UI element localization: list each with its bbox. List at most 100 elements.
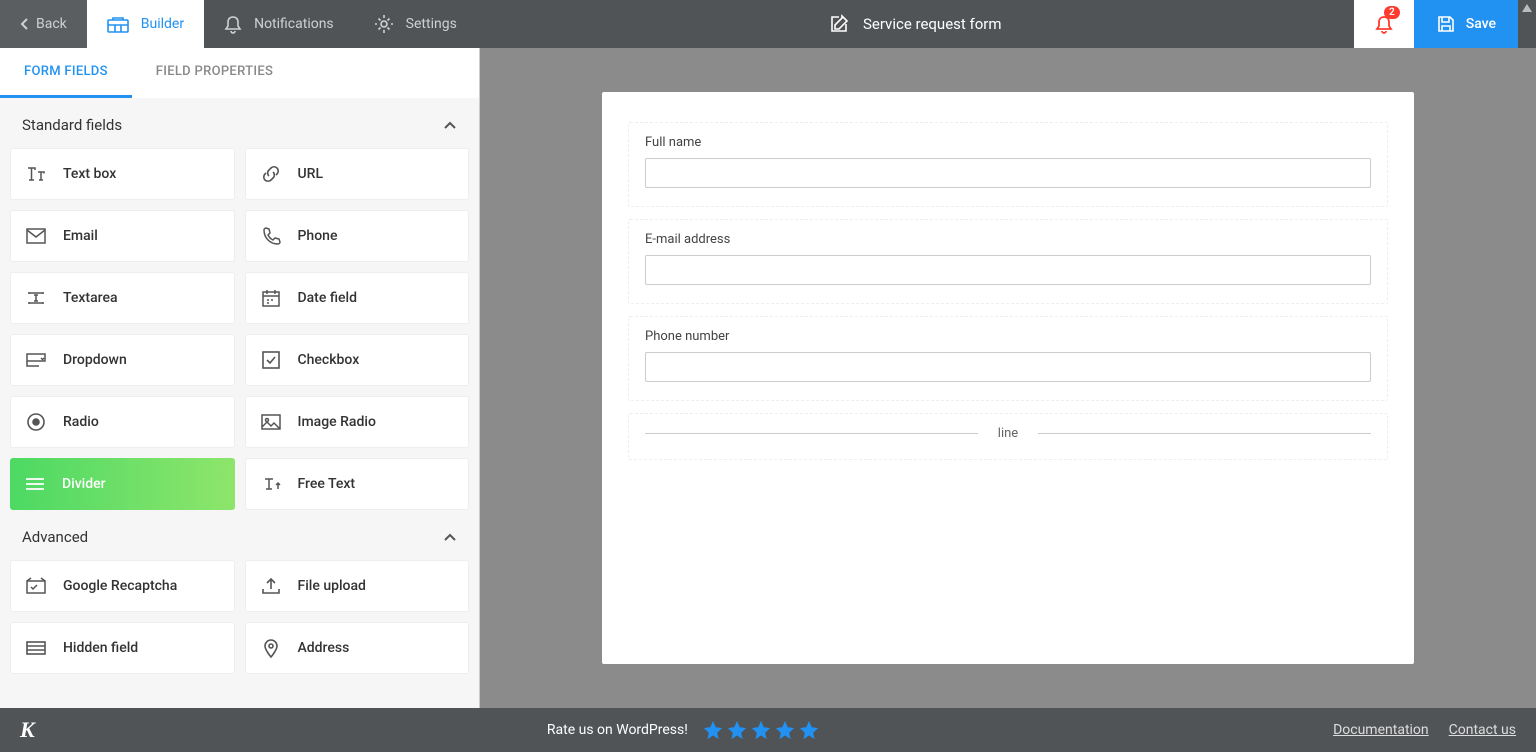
footer-center: Rate us on WordPress! — [34, 719, 1333, 741]
contact-link[interactable]: Contact us — [1449, 722, 1516, 738]
form-title-container: Service request form — [477, 0, 1354, 48]
rate-text: Rate us on WordPress! — [547, 722, 688, 738]
save-label: Save — [1466, 16, 1496, 32]
field-label: Checkbox — [298, 352, 360, 368]
field-date[interactable]: Date field — [245, 272, 470, 324]
preview-input-fullname[interactable] — [645, 158, 1371, 188]
save-button[interactable]: Save — [1414, 0, 1518, 48]
dropdown-icon — [25, 349, 47, 371]
star-icon — [774, 719, 796, 741]
notifications-tab[interactable]: Notifications — [204, 0, 354, 48]
divider-icon — [24, 473, 46, 495]
freetext-icon — [260, 473, 282, 495]
field-label: URL — [298, 166, 324, 182]
preview-field-divider[interactable]: line — [628, 413, 1388, 460]
mail-icon — [25, 225, 47, 247]
field-radio[interactable]: Radio — [10, 396, 235, 448]
rating-stars[interactable] — [702, 719, 820, 741]
field-hidden[interactable]: Hidden field — [10, 622, 235, 674]
field-label: Email — [63, 228, 98, 244]
field-address[interactable]: Address — [245, 622, 470, 674]
text-icon — [25, 163, 47, 185]
field-divider[interactable]: Divider — [10, 458, 235, 510]
field-label: Google Recaptcha — [63, 578, 177, 594]
notifications-bell[interactable]: 2 — [1354, 0, 1414, 48]
star-icon — [798, 719, 820, 741]
tab-field-properties[interactable]: FIELD PROPERTIES — [132, 48, 297, 98]
field-label: Dropdown — [63, 352, 127, 368]
form-title[interactable]: Service request form — [863, 15, 1002, 33]
preview-label: Full name — [645, 135, 1371, 150]
field-label: File upload — [298, 578, 366, 594]
phone-icon — [260, 225, 282, 247]
field-label: Address — [298, 640, 350, 656]
image-icon — [260, 411, 282, 433]
canvas[interactable]: Full name E-mail address Phone number li… — [480, 48, 1536, 708]
field-label: Date field — [298, 290, 357, 306]
settings-label: Settings — [406, 16, 457, 32]
preview-field-email[interactable]: E-mail address — [628, 219, 1388, 304]
save-icon — [1436, 14, 1456, 34]
pin-icon — [260, 637, 282, 659]
brand-logo: K — [20, 717, 34, 743]
checkbox-icon — [260, 349, 282, 371]
edit-icon — [829, 14, 849, 34]
divider-line — [645, 433, 978, 434]
field-text-box[interactable]: Text box — [10, 148, 235, 200]
field-email[interactable]: Email — [10, 210, 235, 262]
radio-icon — [25, 411, 47, 433]
field-upload[interactable]: File upload — [245, 560, 470, 612]
field-textarea[interactable]: Textarea — [10, 272, 235, 324]
field-checkbox[interactable]: Checkbox — [245, 334, 470, 386]
calendar-icon — [260, 287, 282, 309]
notifications-badge: 2 — [1384, 6, 1400, 19]
preview-input-phone[interactable] — [645, 352, 1371, 382]
tab-form-fields[interactable]: FORM FIELDS — [0, 48, 132, 98]
hidden-icon — [25, 637, 47, 659]
workspace: FORM FIELDS FIELD PROPERTIES Standard fi… — [0, 48, 1536, 708]
advanced-grid: Google Recaptcha File upload Hidden fiel… — [0, 560, 479, 674]
footer-links: Documentation Contact us — [1333, 722, 1516, 738]
builder-tab[interactable]: Builder — [87, 0, 204, 48]
notifications-label: Notifications — [254, 16, 334, 32]
preview-field-fullname[interactable]: Full name — [628, 122, 1388, 207]
star-icon — [726, 719, 748, 741]
documentation-link[interactable]: Documentation — [1333, 722, 1429, 738]
chevron-up-icon — [443, 120, 457, 130]
bell-icon — [224, 14, 242, 34]
preview-field-phone[interactable]: Phone number — [628, 316, 1388, 401]
collapse-toggle[interactable] — [1518, 0, 1536, 48]
field-label: Divider — [62, 476, 106, 492]
field-label: Hidden field — [63, 640, 138, 656]
upload-icon — [260, 575, 282, 597]
settings-tab[interactable]: Settings — [354, 0, 477, 48]
star-icon — [702, 719, 724, 741]
builder-icon — [107, 15, 129, 33]
recaptcha-icon — [25, 575, 47, 597]
textarea-icon — [25, 287, 47, 309]
star-icon — [750, 719, 772, 741]
top-bar: Back Builder Notifications Settings Serv… — [0, 0, 1536, 48]
field-free-text[interactable]: Free Text — [245, 458, 470, 510]
field-url[interactable]: URL — [245, 148, 470, 200]
section-standard[interactable]: Standard fields — [0, 98, 479, 148]
builder-label: Builder — [141, 16, 184, 32]
gear-icon — [374, 14, 394, 34]
triangle-up-icon — [1522, 4, 1532, 12]
field-label: Radio — [63, 414, 99, 430]
field-recaptcha[interactable]: Google Recaptcha — [10, 560, 235, 612]
sidebar-scroll[interactable]: Standard fields Text box URL Email Phone… — [0, 98, 479, 708]
back-button[interactable]: Back — [0, 0, 87, 48]
field-dropdown[interactable]: Dropdown — [10, 334, 235, 386]
section-advanced[interactable]: Advanced — [0, 510, 479, 560]
back-label: Back — [36, 16, 67, 32]
chevron-left-icon — [20, 17, 30, 31]
field-image-radio[interactable]: Image Radio — [245, 396, 470, 448]
preview-input-email[interactable] — [645, 255, 1371, 285]
form-preview: Full name E-mail address Phone number li… — [602, 92, 1414, 664]
field-label: Phone — [298, 228, 338, 244]
field-phone[interactable]: Phone — [245, 210, 470, 262]
preview-label: E-mail address — [645, 232, 1371, 247]
section-advanced-label: Advanced — [22, 528, 88, 546]
divider-line — [1038, 433, 1371, 434]
